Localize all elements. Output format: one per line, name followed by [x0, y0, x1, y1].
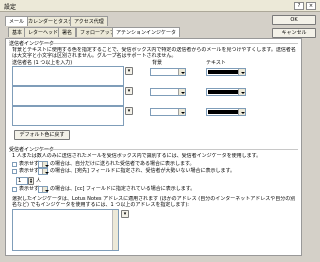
recipient-count-unit: 人 [36, 178, 42, 184]
chevron-down-icon [178, 89, 185, 95]
recipient-count-stepper[interactable]: ▲ ▼ [28, 177, 34, 185]
chevron-down-icon [238, 89, 245, 95]
recipient-only-text: の場合は、自分だけに送られた受信者である場合に表示します。 [50, 161, 195, 167]
chevron-down-icon [42, 162, 49, 167]
chevron-down-icon [238, 69, 245, 75]
window-title: 設定 [4, 4, 17, 11]
sender-section-divider [42, 43, 298, 44]
cc-field-label: 表示せず [19, 186, 40, 192]
chevron-down-icon [178, 109, 185, 115]
chevron-down-icon [42, 169, 49, 174]
recipient-only-checkbox[interactable] [12, 162, 17, 167]
alternate-addresses-scrollbar[interactable] [112, 210, 118, 250]
text-color-select-3[interactable] [206, 108, 246, 116]
to-field-text: の場合は、[宛先] フィールドに指定され、受信者が大勢いない場合に表示します。 [50, 168, 235, 174]
cancel-button[interactable]: キャンセル [272, 28, 316, 38]
text-color-select-1[interactable] [206, 68, 246, 76]
address-picker-button-3[interactable]: ▾ [125, 107, 133, 115]
sender-name-field-2[interactable] [12, 86, 124, 106]
background-color-select-1[interactable] [150, 68, 186, 76]
address-picker-button-2[interactable]: ▾ [125, 87, 133, 95]
text-color-select-2[interactable] [206, 88, 246, 96]
address-book-button[interactable]: ▾ [121, 210, 129, 218]
background-color-select-2[interactable] [150, 88, 186, 96]
recipient-intro: 1 人または数人のみに送信されたメールを受信ボックス内で識別するには、受信者イン… [12, 153, 262, 159]
color-swatch [208, 70, 239, 74]
to-field-marker-select[interactable] [38, 168, 49, 175]
tab-access-delegation[interactable]: アクセス代理 [70, 16, 108, 26]
color-swatch [208, 90, 239, 94]
cc-field-checkbox[interactable] [12, 187, 17, 192]
sender-description: 背景とテキストに使用する色を指定することで、受信ボックス内で特定の送信者からのメ… [12, 47, 296, 59]
close-button[interactable]: × [306, 2, 316, 10]
recipient-count-value: 1 [18, 178, 22, 184]
recipient-section-divider [42, 149, 298, 150]
chevron-down-icon [178, 69, 185, 75]
chevron-down-icon [42, 187, 49, 192]
alternate-addresses-field[interactable] [12, 209, 119, 251]
help-button[interactable]: ? [294, 2, 304, 10]
chevron-down-icon [238, 109, 245, 115]
tab-signature[interactable]: 署名 [58, 27, 77, 37]
restore-default-colors-button[interactable]: デフォルト色に戻す [14, 130, 70, 140]
recipient-only-label: 表示せず [19, 161, 40, 167]
recipient-only-marker-select[interactable] [38, 161, 49, 168]
cc-field-text: の場合は、[cc] フィールドに指定されている場合に表示します。 [50, 186, 196, 192]
background-header: 背景 [152, 60, 163, 66]
alternate-names-description: 選択したインジケータは、Lotus Notes アドレスに適用されます (ほかの… [12, 196, 296, 208]
sender-name-field-3[interactable] [12, 106, 124, 126]
tab-letterhead[interactable]: レターヘッド [24, 27, 63, 37]
tab-attention-indicators[interactable]: アテンションインジケータ [112, 27, 181, 37]
tab-mail[interactable]: メール [5, 16, 29, 26]
address-picker-button-1[interactable]: ▾ [125, 67, 133, 75]
recipient-count-input[interactable]: 1 [16, 177, 28, 185]
cc-field-marker-select[interactable] [38, 186, 49, 193]
title-bar [0, 0, 320, 12]
background-color-select-3[interactable] [150, 108, 186, 116]
to-field-label: 表示せず [19, 168, 40, 174]
ok-button[interactable]: OK [272, 15, 316, 25]
to-field-checkbox[interactable] [12, 169, 17, 174]
color-swatch [208, 110, 239, 114]
text-color-header: テキスト [206, 60, 226, 66]
sender-name-field-1[interactable] [12, 66, 124, 86]
